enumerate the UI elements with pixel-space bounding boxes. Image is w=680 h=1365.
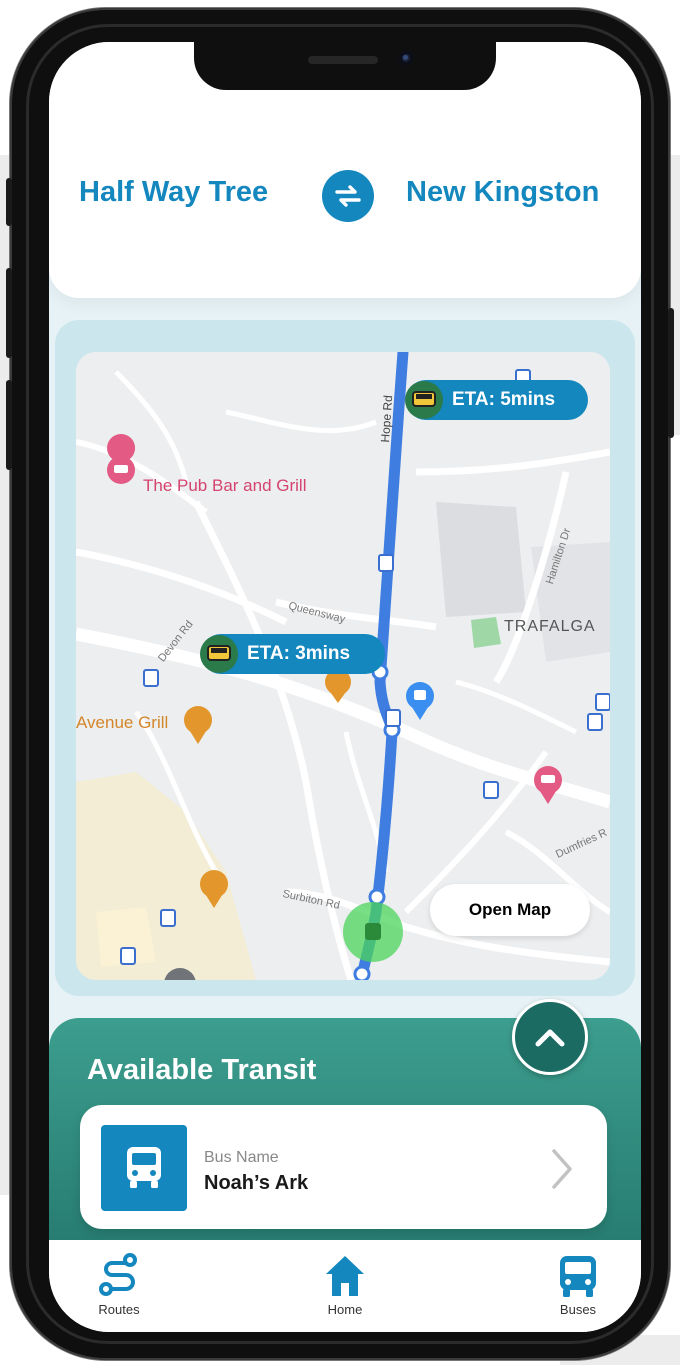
tab-label-buses: Buses	[559, 1302, 597, 1317]
bus-list-item[interactable]: Bus Name Noah’s Ark	[80, 1105, 607, 1229]
bus-icon-tile	[101, 1125, 187, 1211]
expand-collapse-button[interactable]	[512, 999, 588, 1075]
phone-side-button	[6, 178, 12, 226]
tab-buses[interactable]: Buses	[533, 1252, 623, 1317]
bus-name-value: Noah’s Ark	[204, 1172, 309, 1194]
bus-name-label: Bus Name	[204, 1149, 279, 1166]
destination-stop[interactable]: New Kingston	[406, 176, 599, 209]
speaker-grille	[308, 56, 378, 64]
route-icon	[99, 1253, 137, 1296]
chevron-up-icon	[535, 1029, 565, 1047]
area-label-trafalgar: TRAFALGA	[504, 618, 596, 635]
app-screen: Half Way Tree New Kingston The Pub Bar a…	[49, 42, 641, 1332]
tab-home[interactable]: Home	[300, 1252, 390, 1317]
tab-label-home: Home	[327, 1302, 363, 1317]
bus-icon	[127, 1147, 161, 1188]
origin-stop[interactable]: Half Way Tree	[79, 176, 268, 209]
phone-volume-up	[6, 268, 12, 358]
swap-route-button[interactable]	[322, 170, 374, 222]
poi-label-avenue-grill[interactable]: Avenue Grill	[76, 713, 168, 733]
eta-text-top: ETA: 5mins	[452, 389, 556, 410]
map-view[interactable]: The Pub Bar and Grill Avenue Grill TRAFA…	[76, 352, 610, 980]
bus-marker-icon	[405, 381, 443, 419]
phone-notch	[194, 42, 496, 90]
open-map-button[interactable]: Open Map	[430, 884, 590, 936]
phone-volume-down	[6, 380, 12, 470]
tab-routes[interactable]: Routes	[74, 1252, 164, 1317]
bus-marker-icon	[200, 635, 238, 673]
eta-text-middle: ETA: 3mins	[247, 643, 351, 664]
bus-icon	[560, 1256, 596, 1297]
home-icon	[326, 1256, 364, 1296]
front-camera	[399, 51, 413, 65]
bottom-tab-bar: Routes Home Buses	[49, 1240, 641, 1332]
eta-badge-middle[interactable]: ETA: 3mins	[200, 634, 385, 674]
available-transit-title: Available Transit	[87, 1054, 317, 1086]
chevron-right-icon	[552, 1149, 572, 1189]
eta-badge-top[interactable]: ETA: 5mins	[405, 380, 588, 420]
phone-power-button	[668, 308, 674, 438]
poi-label-pub[interactable]: The Pub Bar and Grill	[143, 476, 306, 496]
tab-label-routes: Routes	[98, 1302, 140, 1317]
swap-arrows-icon	[335, 185, 361, 207]
